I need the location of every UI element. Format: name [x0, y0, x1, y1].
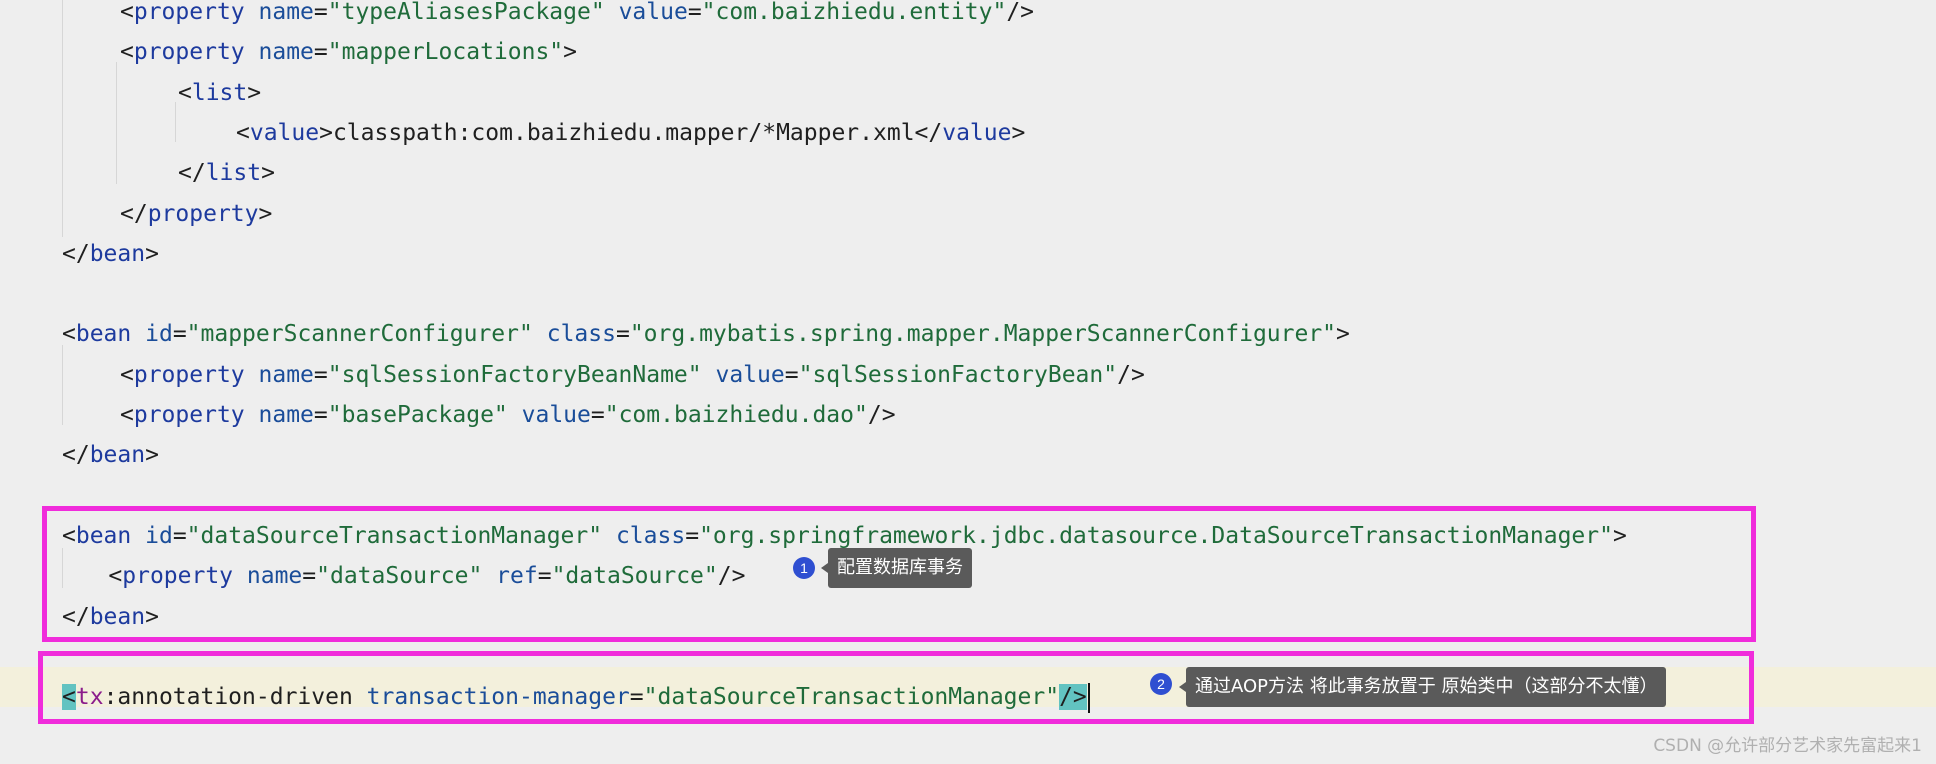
- attribute-value: "basePackage": [327, 402, 508, 428]
- indent-guide: [175, 102, 176, 142]
- attribute-value: "com.baizhiedu.dao": [604, 402, 868, 428]
- attribute-value: "typeAliasesPackage": [327, 0, 605, 25]
- code-text: =: [313, 402, 328, 428]
- attribute-name: class: [546, 321, 616, 348]
- code-text: =: [313, 0, 328, 25]
- code-text: </: [178, 160, 206, 187]
- code-text: <: [62, 321, 76, 348]
- tag-name: property: [133, 0, 245, 25]
- code-text: </: [62, 442, 90, 469]
- indent-guide: [62, 0, 63, 237]
- tag-name: bean: [75, 321, 132, 348]
- tag-name: value: [249, 119, 320, 146]
- code-text: >classpath:com.baizhiedu.mapper/*Mapper.…: [319, 119, 943, 146]
- code-text: =: [313, 361, 328, 388]
- tag-name: bean: [89, 240, 146, 267]
- watermark: CSDN @允许部分艺术家先富起来1: [1653, 736, 1922, 756]
- code-text: >: [247, 79, 262, 106]
- code-line[interactable]: <bean id="mapperScannerConfigurer" class…: [62, 314, 1350, 354]
- code-line[interactable]: </bean>: [62, 435, 159, 475]
- code-line[interactable]: </list>: [178, 153, 275, 193]
- code-text: <: [178, 79, 192, 106]
- code-text: />: [1006, 0, 1035, 25]
- attribute-value: "mapperLocations": [327, 39, 564, 66]
- code-text: =: [172, 321, 187, 348]
- attribute-name: value: [715, 361, 785, 388]
- tag-name: property: [147, 200, 259, 227]
- code-line[interactable]: <property name="basePackage" value="com.…: [120, 395, 896, 435]
- attribute-name: value: [618, 0, 688, 25]
- tag-name: list: [205, 160, 262, 187]
- attribute-value: "sqlSessionFactoryBean": [798, 361, 1118, 388]
- attribute-name: value: [521, 402, 591, 428]
- attribute-name: name: [258, 39, 314, 66]
- tag-name: bean: [89, 442, 146, 469]
- code-text: =: [615, 321, 630, 348]
- attribute-name: name: [258, 402, 314, 428]
- code-text: >: [145, 442, 159, 469]
- code-text: =: [313, 39, 328, 66]
- code-text: <: [120, 402, 134, 428]
- code-line[interactable]: <value>classpath:com.baizhiedu.mapper/*M…: [236, 113, 1025, 153]
- code-line[interactable]: <property name="mapperLocations">: [120, 32, 577, 72]
- code-line[interactable]: <property name="typeAliasesPackage" valu…: [120, 0, 1034, 32]
- code-text: =: [590, 402, 605, 428]
- code-line[interactable]: <property name="sqlSessionFactoryBeanNam…: [120, 355, 1145, 395]
- tag-name: value: [942, 119, 1012, 146]
- attribute-value: "sqlSessionFactoryBeanName": [327, 361, 702, 388]
- code-text: >: [1336, 321, 1350, 348]
- code-text: >: [563, 39, 578, 66]
- code-text: />: [1117, 361, 1145, 388]
- annotation-number-1: 1: [793, 557, 815, 579]
- code-text: =: [687, 0, 702, 25]
- code-text: <: [120, 0, 134, 25]
- code-line[interactable]: <list>: [178, 73, 261, 113]
- code-text: </: [62, 240, 90, 267]
- code-text: </: [120, 200, 148, 227]
- annotation-number-2: 2: [1150, 673, 1172, 695]
- tag-name: property: [133, 39, 245, 66]
- code-text: >: [145, 240, 159, 267]
- indent-guide: [62, 345, 63, 425]
- code-text: <: [120, 39, 134, 66]
- code-text: >: [1011, 119, 1026, 146]
- annotation-tooltip-2: 通过AOP方法 将此事务放置于 原始类中（这部分不太懂）: [1178, 667, 1667, 707]
- tag-name: list: [191, 79, 248, 106]
- attribute-value: "com.baizhiedu.entity": [701, 0, 1007, 25]
- attribute-name: id: [145, 321, 173, 348]
- attribute-value: "org.mybatis.spring.mapper.MapperScanner…: [629, 321, 1337, 348]
- code-line[interactable]: </property>: [120, 194, 272, 234]
- attribute-value: "mapperScannerConfigurer": [186, 321, 533, 348]
- tag-name: property: [133, 402, 245, 428]
- code-text: <: [236, 119, 250, 146]
- code-text: />: [867, 402, 896, 428]
- attribute-name: name: [258, 361, 314, 388]
- code-text: =: [784, 361, 799, 388]
- tag-name: property: [133, 361, 245, 388]
- code-text: >: [261, 160, 275, 187]
- code-text: <: [120, 361, 134, 388]
- indent-guide: [116, 62, 117, 184]
- attribute-name: name: [258, 0, 314, 25]
- code-line[interactable]: </bean>: [62, 234, 159, 274]
- annotation-tooltip-1: 配置数据库事务: [821, 548, 972, 588]
- code-text: >: [258, 200, 273, 227]
